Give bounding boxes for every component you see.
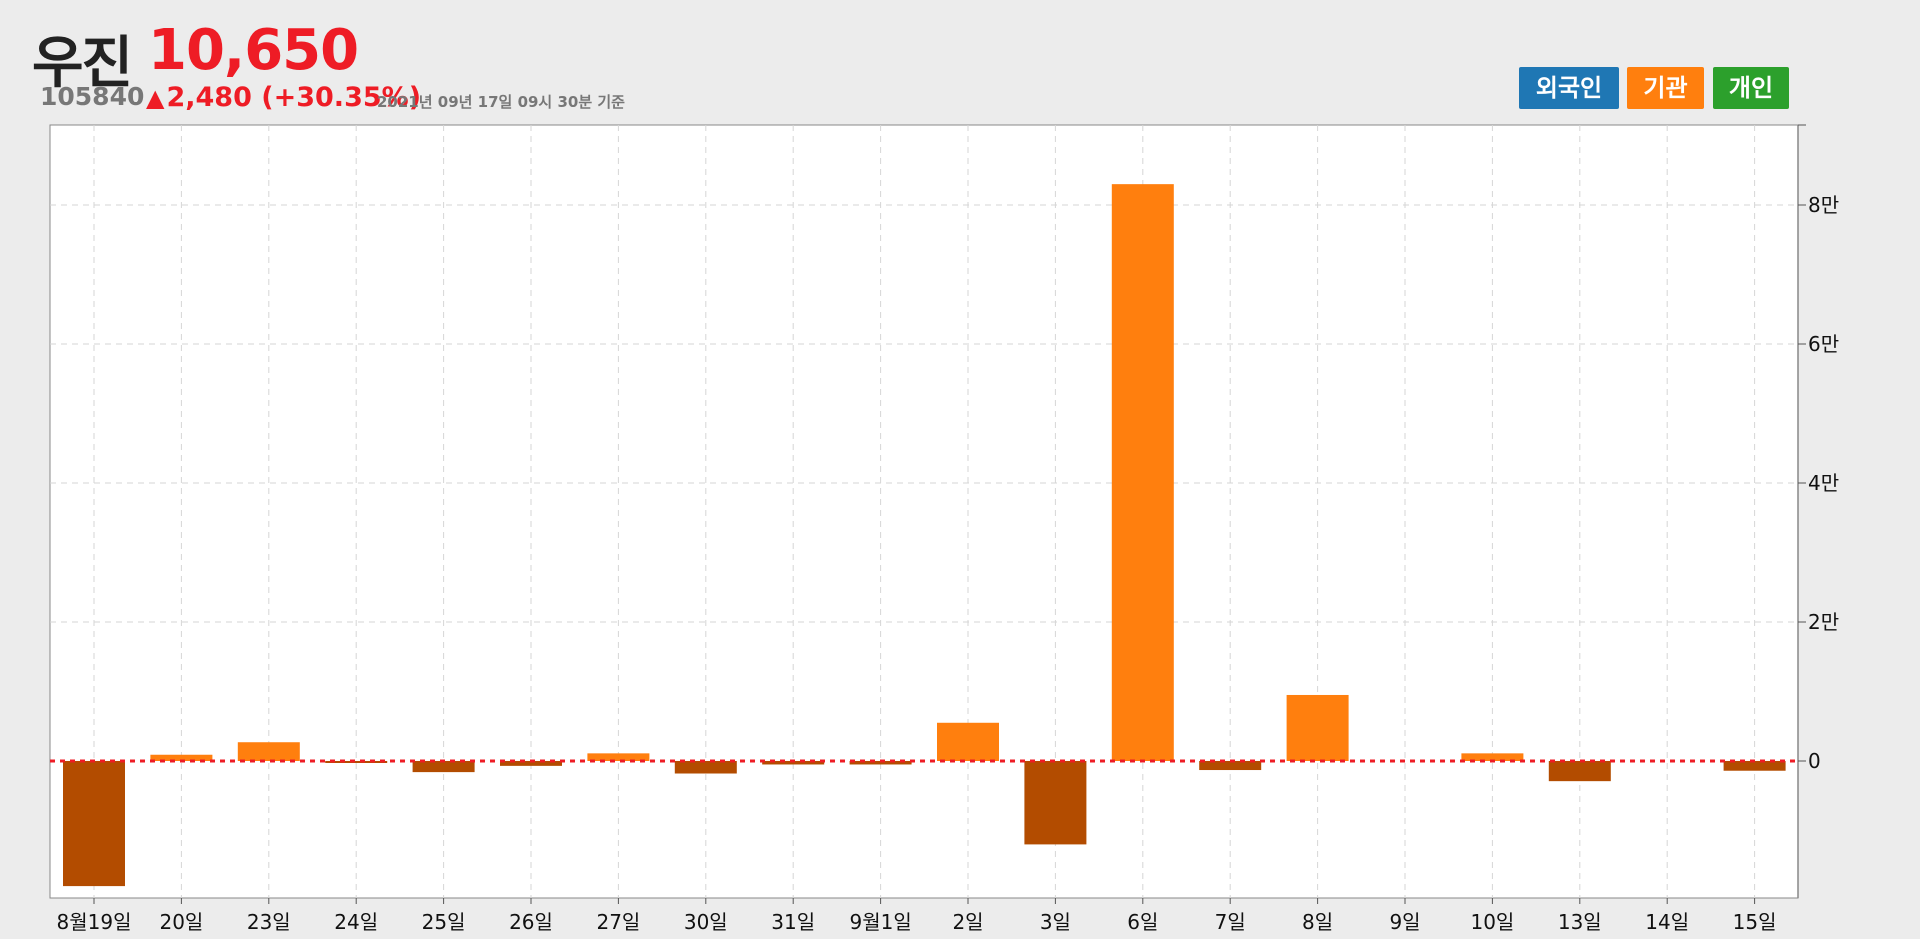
x-tick-label: 26일 bbox=[509, 910, 553, 934]
x-axis-ticks: 8월19일 20일 23일 24일 25일 26일 27일 30일 31일 9월1일 2일 3일 6일 7… bbox=[57, 898, 1777, 934]
bar[interactable] bbox=[674, 761, 737, 774]
x-tick-label: 30일 bbox=[684, 910, 728, 934]
bar[interactable] bbox=[412, 761, 475, 773]
x-tick-label: 6일 bbox=[1127, 910, 1158, 934]
x-tick-label: 3일 bbox=[1040, 910, 1071, 934]
x-tick-label: 8일 bbox=[1302, 910, 1333, 934]
bar[interactable] bbox=[937, 722, 999, 761]
y-tick-label: 6만 bbox=[1808, 332, 1839, 356]
bar[interactable] bbox=[1024, 761, 1087, 845]
x-tick-label: 27일 bbox=[596, 910, 640, 934]
x-tick-label: 31일 bbox=[771, 910, 815, 934]
y-tick-label: 8만 bbox=[1808, 193, 1839, 217]
x-tick-label: 23일 bbox=[247, 910, 291, 934]
y-tick-label: 0 bbox=[1808, 749, 1821, 773]
x-tick-label: 15일 bbox=[1733, 910, 1777, 934]
x-tick-label: 10일 bbox=[1470, 910, 1514, 934]
x-tick-label: 8월19일 bbox=[57, 910, 132, 934]
y-axis-ticks: 0 2만 4만 6만 8만 bbox=[1798, 124, 1839, 773]
y-tick-label: 4만 bbox=[1808, 471, 1839, 495]
plot-area bbox=[49, 124, 1799, 899]
bar-chart: 8월19일 20일 23일 24일 25일 26일 27일 30일 31일 9월1일 2일 3일 6일 7… bbox=[49, 124, 1839, 934]
x-tick-label: 9월1일 bbox=[849, 910, 911, 934]
x-tick-label: 25일 bbox=[422, 910, 466, 934]
x-tick-label: 14일 bbox=[1645, 910, 1689, 934]
x-tick-label: 9일 bbox=[1389, 910, 1420, 934]
x-tick-label: 24일 bbox=[334, 910, 378, 934]
x-tick-label: 13일 bbox=[1558, 910, 1602, 934]
bar[interactable] bbox=[1111, 184, 1174, 761]
bar[interactable] bbox=[63, 761, 125, 887]
x-tick-label: 7일 bbox=[1215, 910, 1246, 934]
x-tick-label: 20일 bbox=[159, 910, 203, 934]
y-tick-label: 2만 bbox=[1808, 610, 1839, 634]
bar[interactable] bbox=[1286, 694, 1349, 761]
x-tick-label: 2일 bbox=[952, 910, 983, 934]
bar[interactable] bbox=[1548, 761, 1611, 782]
bar[interactable] bbox=[237, 742, 300, 761]
